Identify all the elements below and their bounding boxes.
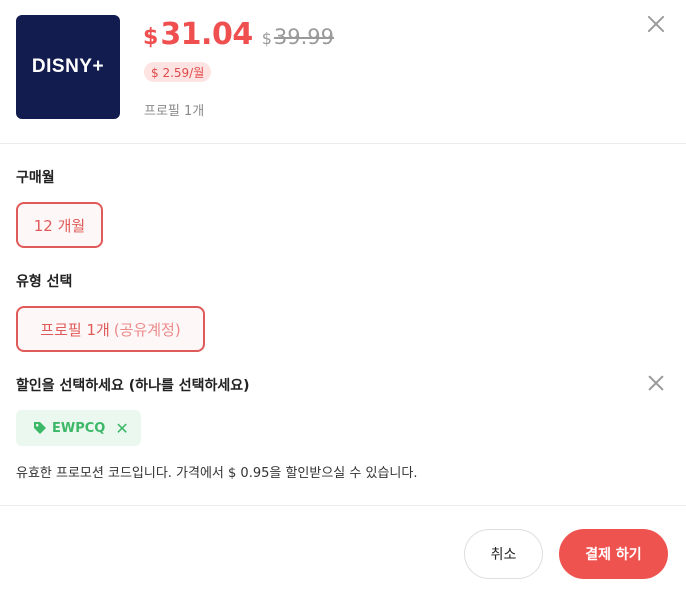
divider [0,143,686,144]
months-label: 구매월 [16,170,55,186]
pay-button[interactable]: 결제 하기 [559,529,668,579]
product-logo: DISNY+ [16,15,120,119]
coupon-code: EWPCQ [52,420,106,436]
discount-label: 할인을 선택하세요 (하나를 선택하세요) [16,378,250,394]
monthly-price-badge: $ 2.59/월 [144,62,212,82]
tag-icon [34,422,46,434]
current-price: 31.04 [160,17,253,52]
price-currency: $ [143,25,159,50]
type-option-sub: (공유계정) [113,320,181,339]
product-logo-text: DISNY+ [31,56,105,77]
original-price-currency: $ [261,29,272,48]
coupon-chip[interactable]: EWPCQ ✕ [16,410,141,446]
divider [0,505,686,506]
remove-coupon-icon[interactable]: ✕ [115,419,128,438]
month-option-12[interactable]: 12 개월 [16,202,103,248]
price-row: $ 31.04 $ 39.99 [143,17,334,52]
clear-discount-icon[interactable] [646,373,666,393]
original-price: 39.99 [273,25,335,49]
type-option-main: 프로필 1개 [40,320,110,339]
promo-message: 유효한 프로모션 코드입니다. 가격에서 $ 0.95을 할인받으실 수 있습니… [16,466,418,481]
month-option-label: 12 개월 [33,216,86,235]
cancel-button[interactable]: 취소 [464,529,543,579]
profile-note: 프로필 1개 [144,104,205,119]
type-label: 유형 선택 [16,274,73,290]
type-option-profile[interactable]: 프로필 1개 (공유계정) [16,306,205,352]
close-icon[interactable] [645,13,667,35]
